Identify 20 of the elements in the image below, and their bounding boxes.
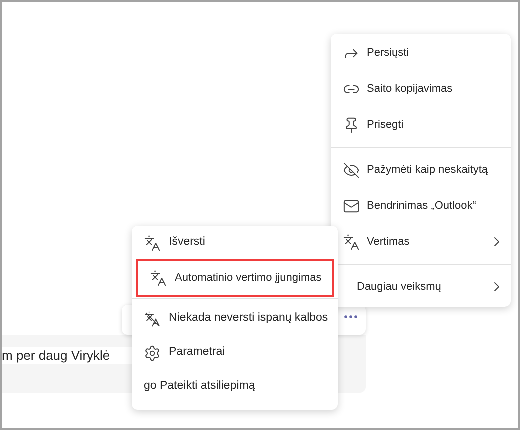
menu-item[interactable]: Saito kopijavimas xyxy=(331,71,511,107)
translate-icon xyxy=(343,234,360,250)
no-translate-icon xyxy=(144,310,161,328)
message-text: m per daug Viryklė xyxy=(2,347,112,364)
mail-icon xyxy=(343,198,360,214)
auto-translate-icon xyxy=(150,270,167,286)
menu-item[interactable]: Parametrai xyxy=(132,336,338,370)
menu-item[interactable]: Persiųsti xyxy=(331,35,511,71)
pin-icon xyxy=(343,116,360,134)
menu-item[interactable]: Bendrinimas „Outlook“ xyxy=(331,188,511,224)
more-icon[interactable] xyxy=(344,315,358,319)
menu-item[interactable]: Niekada neversti ispanų kalbos xyxy=(132,302,338,336)
menu-item[interactable]: Pažymėti kaip neskaitytą xyxy=(331,152,511,188)
menu-item[interactable]: Prisegti xyxy=(331,107,511,143)
menu-item[interactable]: go Pateikti atsiliepimą xyxy=(132,370,338,404)
settings-icon xyxy=(144,344,161,362)
translate-icon xyxy=(144,234,161,252)
menu-item[interactable]: Automatinio vertimo įjungimas xyxy=(138,261,332,295)
crossed-eye-icon xyxy=(343,162,360,178)
menu-item[interactable]: Daugiau veiksmų xyxy=(331,269,511,305)
